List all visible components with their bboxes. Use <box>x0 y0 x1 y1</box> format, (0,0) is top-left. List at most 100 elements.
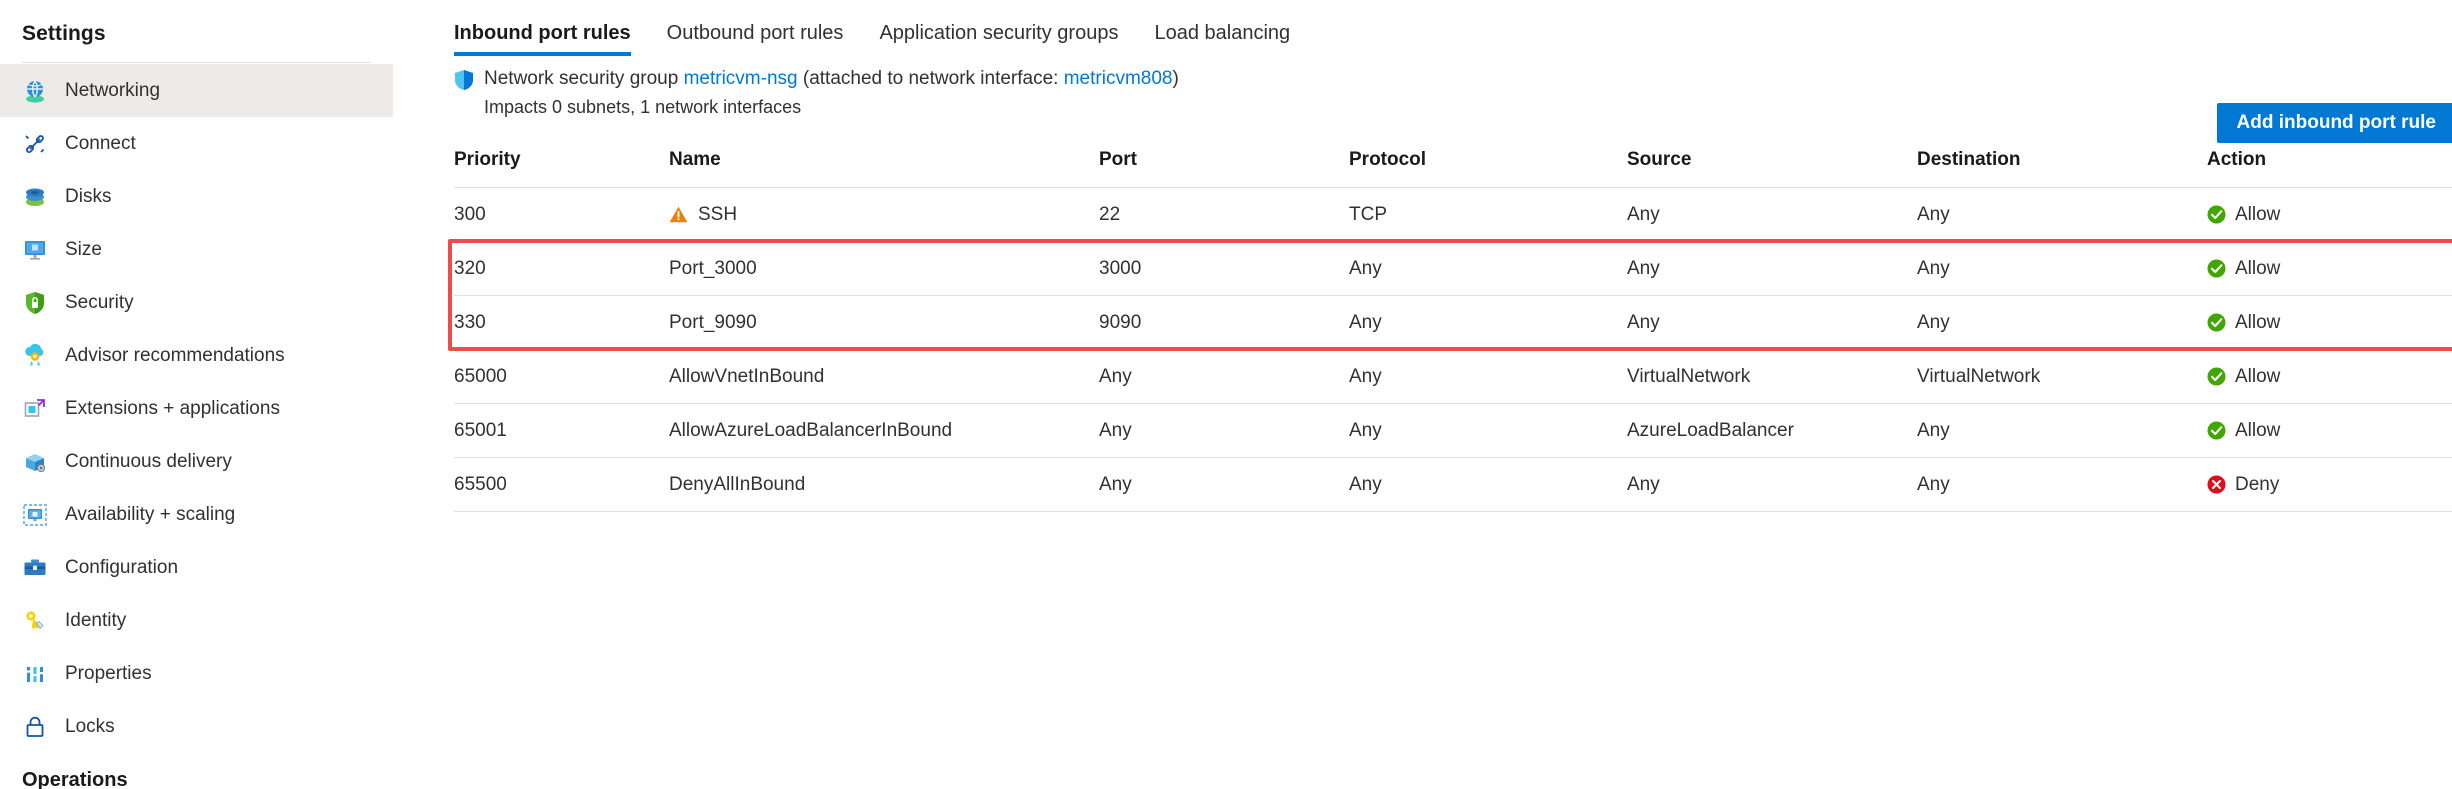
column-header-name[interactable]: Name <box>669 149 1099 188</box>
cell-action: Allow <box>2207 403 2452 458</box>
table-row[interactable]: 300 SSH 22 TCP Any Any Allow <box>454 187 2452 242</box>
add-inbound-port-rule-button[interactable]: Add inbound port rule <box>2216 103 2452 143</box>
allow-check-icon <box>2207 313 2226 332</box>
extensions-icon <box>22 396 48 422</box>
sidebar-item-label: Size <box>65 238 102 260</box>
cell-port: Any <box>1099 457 1349 512</box>
main-content: Inbound port rules Outbound port rules App… <box>393 0 2452 789</box>
column-header-priority[interactable]: Priority <box>454 149 669 188</box>
column-header-protocol[interactable]: Protocol <box>1349 149 1627 188</box>
cell-priority-text: 320 <box>454 257 486 279</box>
cell-priority-text: 300 <box>454 203 486 225</box>
sidebar-item-label: Availability + scaling <box>65 503 236 525</box>
cell-source-text: VirtualNetwork <box>1627 365 1751 387</box>
sidebar-item-networking[interactable]: Networking <box>0 64 393 117</box>
table-body: 300 SSH 22 TCP Any Any Allow 320 Port_3000 3000 An… <box>454 187 2452 512</box>
cell-action-text: Allow <box>2235 311 2281 333</box>
sidebar-item-connect[interactable]: Connect <box>0 117 393 170</box>
tab-bar: Inbound port rules Outbound port rules App… <box>454 0 2452 56</box>
tab-inbound-port-rules[interactable]: Inbound port rules <box>454 22 631 56</box>
cell-port: 3000 <box>1099 241 1349 296</box>
cell-name-text: DenyAllInBound <box>669 473 806 495</box>
nsg-name-link[interactable]: metricvm-nsg <box>684 68 798 89</box>
cell-port: Any <box>1099 403 1349 458</box>
column-header-port[interactable]: Port <box>1099 149 1349 188</box>
inbound-rules-table-wrapper: Priority Name Port Protocol Source Destinatio… <box>448 149 2452 512</box>
cell-priority-text: 65500 <box>454 473 507 495</box>
sidebar-item-label: Extensions + applications <box>65 397 280 419</box>
column-header-action[interactable]: Action <box>2207 149 2452 188</box>
sidebar-item-identity[interactable]: Identity <box>0 594 393 647</box>
cell-action: Allow <box>2207 241 2452 296</box>
cell-action: Deny <box>2207 457 2452 512</box>
cell-source: AzureLoadBalancer <box>1627 403 1917 458</box>
cell-protocol-text: TCP <box>1349 203 1387 225</box>
cell-protocol: Any <box>1349 457 1627 512</box>
sidebar-item-continuous-delivery[interactable]: Continuous delivery <box>0 435 393 488</box>
sidebar-item-security[interactable]: Security <box>0 276 393 329</box>
sidebar-item-extensions-applications[interactable]: Extensions + applications <box>0 382 393 435</box>
cell-action: Allow <box>2207 295 2452 350</box>
cell-priority: 330 <box>454 295 669 350</box>
tab-application-security-groups[interactable]: Application security groups <box>879 22 1118 56</box>
properties-icon <box>22 661 48 687</box>
table-header: Priority Name Port Protocol Source Destinatio… <box>454 149 2452 188</box>
networking-icon <box>22 78 48 104</box>
table-row[interactable]: 65500 DenyAllInBound Any Any Any Any Deny <box>454 457 2452 512</box>
column-header-source[interactable]: Source <box>1627 149 1917 188</box>
cell-source-text: Any <box>1627 257 1660 279</box>
advisor-icon <box>22 343 48 369</box>
cell-port-text: Any <box>1099 419 1132 441</box>
cell-action-text: Allow <box>2235 365 2281 387</box>
cell-action-text: Allow <box>2235 257 2281 279</box>
network-interface-link[interactable]: metricvm808 <box>1064 68 1173 89</box>
cell-name: AllowAzureLoadBalancerInBound <box>669 403 1099 458</box>
cell-destination: Any <box>1917 241 2207 296</box>
table-row[interactable]: 320 Port_3000 3000 Any Any Any Allow <box>454 241 2452 296</box>
sidebar-item-availability-scaling[interactable]: Availability + scaling <box>0 488 393 541</box>
sidebar-item-disks[interactable]: Disks <box>0 170 393 223</box>
tab-load-balancing[interactable]: Load balancing <box>1154 22 1290 56</box>
cell-priority: 320 <box>454 241 669 296</box>
size-icon <box>22 237 48 263</box>
sidebar-item-label: Identity <box>65 609 127 631</box>
sidebar-item-properties[interactable]: Properties <box>0 647 393 700</box>
sidebar-item-label: Disks <box>65 185 112 207</box>
cell-protocol-text: Any <box>1349 473 1382 495</box>
sidebar-item-label: Advisor recommendations <box>65 344 285 366</box>
nsg-impacts-text: Impacts 0 subnets, 1 network interfaces <box>484 97 802 117</box>
sidebar-item-label: Properties <box>65 662 152 684</box>
cell-port: 22 <box>1099 187 1349 242</box>
sidebar-item-label: Continuous delivery <box>65 450 232 472</box>
cell-destination: VirtualNetwork <box>1917 349 2207 404</box>
cell-destination: Any <box>1917 457 2207 512</box>
cell-source: Any <box>1627 295 1917 350</box>
allow-check-icon <box>2207 259 2226 278</box>
table-row[interactable]: 65000 AllowVnetInBound Any Any VirtualNetwor… <box>454 349 2452 404</box>
sidebar-item-locks[interactable]: Locks <box>0 700 393 753</box>
cell-action: Allow <box>2207 187 2452 242</box>
security-shield-icon <box>22 290 48 316</box>
cell-priority: 300 <box>454 187 669 242</box>
sidebar-item-label: Networking <box>65 79 161 101</box>
cell-protocol: Any <box>1349 241 1627 296</box>
cell-destination: Any <box>1917 403 2207 458</box>
table-row[interactable]: 330 Port_9090 9090 Any Any Any Allow <box>454 295 2452 350</box>
sidebar-item-size[interactable]: Size <box>0 223 393 276</box>
tab-outbound-port-rules[interactable]: Outbound port rules <box>667 22 844 56</box>
sidebar-item-configuration[interactable]: Configuration <box>0 541 393 594</box>
cell-priority: 65000 <box>454 349 669 404</box>
identity-key-icon <box>22 608 48 634</box>
table-header-row: Priority Name Port Protocol Source Destinatio… <box>454 149 2452 188</box>
allow-check-icon <box>2207 367 2226 386</box>
cell-source-text: Any <box>1627 473 1660 495</box>
sidebar-item-label: Security <box>65 291 134 313</box>
sidebar-group-title-operations: Operations <box>22 769 128 789</box>
cell-destination: Any <box>1917 187 2207 242</box>
column-header-destination[interactable]: Destination <box>1917 149 2207 188</box>
table-row[interactable]: 65001 AllowAzureLoadBalancerInBound Any Any… <box>454 403 2452 458</box>
cell-name-text: SSH <box>698 203 738 225</box>
cell-action-text: Allow <box>2235 419 2281 441</box>
sidebar-item-advisor-recommendations[interactable]: Advisor recommendations <box>0 329 393 382</box>
cell-destination-text: Any <box>1917 203 1950 225</box>
